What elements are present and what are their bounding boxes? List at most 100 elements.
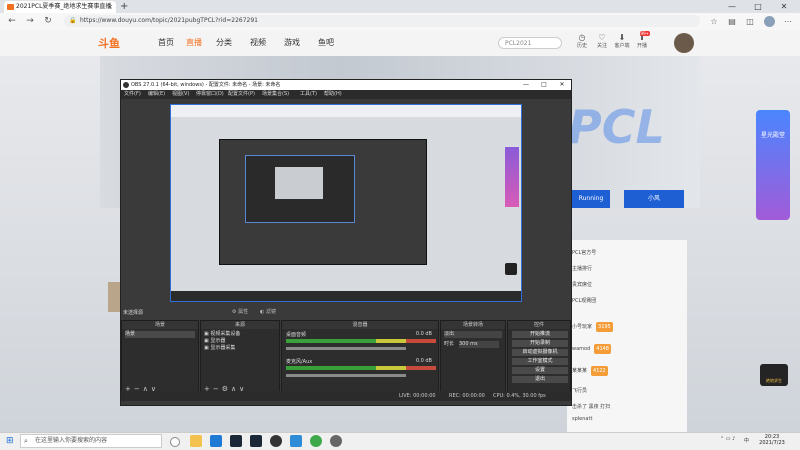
tab-close-icon[interactable]: × <box>107 1 113 13</box>
extensions-icon[interactable]: ◫ <box>744 13 756 30</box>
list-item[interactable]: PCL官方号 <box>572 248 596 258</box>
browser-profile-avatar[interactable] <box>764 16 775 27</box>
tab-title: 2021PCL夏季赛_绝地求生赛事直播 <box>16 3 112 10</box>
follow-icon[interactable]: ♡ 关注 <box>594 33 610 49</box>
audio-meter <box>286 366 436 370</box>
history-icon[interactable]: ◷ 历史 <box>574 33 590 49</box>
source-item[interactable]: ▣ 显示器 <box>204 338 225 345</box>
list-item[interactable]: 某某某 4122 <box>572 366 608 376</box>
menu-docks[interactable]: 停靠窗口(D) <box>196 90 224 99</box>
app-icon[interactable] <box>330 435 342 447</box>
filters-tab[interactable]: ◐ 滤镜 <box>260 308 276 315</box>
start-recording-button[interactable]: 开始录制 <box>512 340 568 347</box>
transitions-dock: 场景转场 淡出 时长 300 ms <box>440 320 506 400</box>
side-promo[interactable]: 星光殿堂 <box>756 110 790 220</box>
user-avatar[interactable] <box>674 33 694 53</box>
window-maximize-button[interactable]: □ <box>748 0 768 13</box>
lock-icon: 🔒 <box>69 17 77 24</box>
controls-dock: 控件 开始推流 开始录制 启动虚拟摄像机 工作室模式 设置 退出 <box>507 320 571 400</box>
menu-view[interactable]: 视图(V) <box>172 90 189 99</box>
menu-scene-collection[interactable]: 场景集合(S) <box>262 90 289 99</box>
source-item[interactable]: ▣ 视频采集设备 <box>204 331 240 338</box>
studio-mode-button[interactable]: 工作室模式 <box>512 358 568 365</box>
exit-button[interactable]: 退出 <box>512 376 568 383</box>
nav-fishbar[interactable]: 鱼吧 <box>318 30 334 56</box>
more-icon[interactable]: ⋯ <box>782 13 794 30</box>
list-item[interactable]: splenatt <box>572 414 592 424</box>
start-streaming-button[interactable]: 开始推流 <box>512 331 568 338</box>
obs-titlebar: OBS 27.0.1 (64-bit, windows) - 配置文件: 未命名… <box>121 80 571 90</box>
edge-icon[interactable] <box>210 435 222 447</box>
properties-tab[interactable]: ⚙ 属性 <box>232 308 248 315</box>
menu-file[interactable]: 文件(F) <box>124 90 141 99</box>
download-icon[interactable]: ⬇ 客户端 <box>614 33 630 49</box>
back-icon[interactable]: ← <box>6 13 18 30</box>
nav-live[interactable]: 直播 <box>186 30 202 56</box>
collections-icon[interactable]: ▤ <box>726 13 738 30</box>
duration-input[interactable]: 300 ms <box>459 341 499 348</box>
window-minimize-button[interactable]: — <box>722 0 742 13</box>
steam-icon[interactable] <box>230 435 242 447</box>
cpu-status: CPU: 0.4%, 30.00 fps <box>493 393 546 399</box>
audio-meter <box>286 339 436 343</box>
taskbar-search-input[interactable]: ⌕ 在这里输入你要搜索的内容 <box>20 434 162 448</box>
notification-badge: 99+ <box>639 31 650 36</box>
banner-player-button[interactable]: Running <box>572 190 610 208</box>
game-badge[interactable]: 绝地求生 <box>760 364 788 386</box>
list-item[interactable]: 贵宾席位 <box>572 280 592 290</box>
list-item[interactable]: wamod 4148 <box>572 344 611 354</box>
new-tab-button[interactable]: + <box>120 0 128 13</box>
scenes-dock: 场景 场景 +−∧∨ <box>121 320 199 400</box>
menu-edit[interactable]: 编辑(E) <box>148 90 165 99</box>
source-item[interactable]: ▣ 显示器采集 <box>204 345 235 352</box>
nav-game[interactable]: 游戏 <box>284 30 300 56</box>
menu-tools[interactable]: 工具(T) <box>300 90 317 99</box>
volume-slider[interactable] <box>286 374 406 377</box>
site-search-input[interactable]: PCL2021 <box>498 37 562 49</box>
transition-select[interactable]: 淡出 <box>444 331 502 338</box>
track-db: 0.0 dB <box>415 331 432 337</box>
upload-icon[interactable]: ⬆ 开播 99+ <box>634 31 650 49</box>
nested-taskbar <box>171 291 521 301</box>
mail-icon[interactable] <box>290 435 302 447</box>
banner-title: PCL <box>568 100 665 154</box>
dock-header: 来源 <box>201 321 279 329</box>
steam-icon[interactable] <box>250 435 262 447</box>
banner-player-button[interactable]: 小风 <box>624 190 684 208</box>
address-bar[interactable]: 🔒 https://www.douyu.com/topic/2021pubgTP… <box>64 15 700 27</box>
task-view-icon[interactable] <box>170 437 180 447</box>
network-icon[interactable]: ⌃ ▭ ♪ <box>720 436 735 442</box>
obs-preview[interactable] <box>170 104 522 302</box>
dock-header: 场景转场 <box>441 321 505 329</box>
obs-minimize-button[interactable]: — <box>518 80 534 90</box>
ime-indicator[interactable]: 中 <box>744 437 749 444</box>
obs-maximize-button[interactable]: □ <box>536 80 552 90</box>
track-name: 桌面音频 <box>286 332 307 338</box>
list-item[interactable]: 小号玩家 3195 <box>572 322 613 332</box>
scene-item[interactable]: 场景 <box>125 331 195 338</box>
favorite-icon[interactable]: ☆ <box>708 13 720 30</box>
file-explorer-icon[interactable] <box>190 435 202 447</box>
obs-close-button[interactable]: ✕ <box>554 80 570 90</box>
windows-start-icon[interactable]: ⊞ <box>6 436 14 446</box>
nav-video[interactable]: 视频 <box>250 30 266 56</box>
window-close-button[interactable]: ✕ <box>774 0 794 13</box>
obs-icon[interactable] <box>270 435 282 447</box>
chrome-icon[interactable] <box>310 435 322 447</box>
list-item[interactable]: 飞行员 <box>572 386 587 396</box>
nav-category[interactable]: 分类 <box>216 30 232 56</box>
list-item[interactable]: PCL观赛团 <box>572 296 596 306</box>
refresh-icon[interactable]: ↻ <box>42 13 54 30</box>
site-logo[interactable]: 斗鱼 <box>98 35 120 51</box>
settings-button[interactable]: 设置 <box>512 367 568 374</box>
menu-help[interactable]: 帮助(H) <box>324 90 342 99</box>
virtual-camera-button[interactable]: 启动虚拟摄像机 <box>512 349 568 356</box>
list-item[interactable]: 主播排行 <box>572 264 592 274</box>
taskbar-clock[interactable]: 20:23 2021/7/23 <box>754 434 790 446</box>
list-item[interactable]: 击杀了 黑夜 打扫 <box>572 402 610 412</box>
browser-tab[interactable]: 2021PCL夏季赛_绝地求生赛事直播 × <box>4 1 116 13</box>
volume-slider[interactable] <box>286 347 406 350</box>
forward-icon[interactable]: → <box>24 13 36 30</box>
nav-home[interactable]: 首页 <box>158 30 174 56</box>
menu-profile[interactable]: 配置文件(P) <box>228 90 255 99</box>
